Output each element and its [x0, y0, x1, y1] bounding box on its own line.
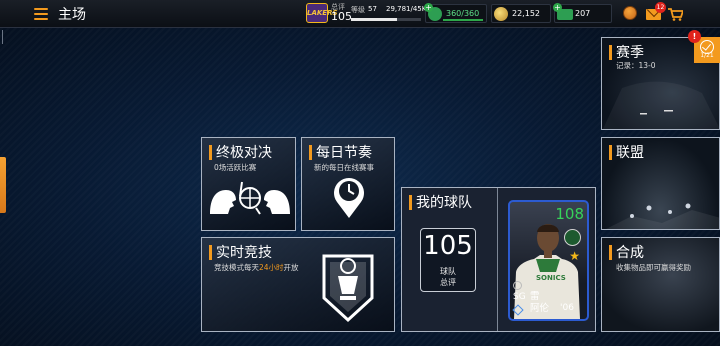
coins-value: 22,152 [512, 9, 540, 18]
daily-subtitle: 新的每日在线赛事 [314, 163, 374, 172]
collection-tile[interactable]: 合成 收集物品即可赢得奖励 [601, 237, 720, 332]
season-progress-text: 1/21 [700, 52, 714, 59]
player-number: '06 [560, 303, 574, 313]
season-title: 赛季 [616, 45, 644, 61]
league-tile[interactable]: 联盟 [601, 137, 720, 230]
xp-text: 29,781/45K [386, 5, 427, 13]
home-screen: 主场 LAKERS 总评 105 等级 57 29,781/45K + 360/… [0, 0, 720, 346]
live-subtitle-pre: 竞技模式每天 [214, 263, 259, 272]
live-subtitle-highlight: 24小时 [259, 263, 284, 272]
live-subtitle-post: 开放 [283, 263, 299, 272]
overall-value: 105 [331, 10, 352, 23]
mail-count-badge: 12 [655, 2, 666, 13]
basketball-icon[interactable] [623, 6, 637, 20]
team-logo[interactable]: LAKERS [306, 3, 338, 23]
energy-value: 360/360 [446, 9, 480, 18]
top-bar: 主场 LAKERS 总评 105 等级 57 29,781/45K + 360/… [0, 0, 720, 28]
live-title: 实时竞技 [216, 245, 272, 261]
tile-accent [609, 145, 612, 160]
live-subtitle: 竞技模式每天24小时开放 [214, 262, 299, 273]
left-edge-line [2, 30, 3, 44]
tile-divider [497, 188, 498, 331]
tile-accent [209, 145, 212, 160]
cash-value: 207 [575, 9, 591, 18]
cash-counter[interactable]: + 207 [553, 3, 612, 23]
clock-pin-icon [334, 178, 364, 218]
level-label: 等级 [351, 6, 365, 14]
league-title: 联盟 [616, 145, 644, 161]
ultimate-title: 终极对决 [216, 145, 272, 161]
team-overall-label: 球队 总评 [440, 267, 456, 287]
team-overall-value: 105 [423, 231, 473, 261]
tile-accent [309, 145, 312, 160]
ultimate-showdown-tile[interactable]: 终极对决 0场活跃比赛 [201, 137, 296, 231]
overall-rating: 总评 105 [331, 2, 352, 22]
level-value: 57 [368, 5, 377, 13]
coins-counter[interactable]: 22,152 [491, 4, 551, 23]
add-cash-icon[interactable]: + [553, 3, 562, 12]
xp-progress-fill [351, 18, 398, 21]
collection-subtitle: 收集物品即可赢得奖励 [616, 263, 691, 272]
jersey-text: SONICS [536, 274, 566, 282]
player-position: SG [513, 292, 526, 302]
add-energy-icon[interactable]: + [424, 3, 433, 12]
coin-icon [494, 7, 508, 21]
season-record: 记录：13-0 [616, 61, 656, 70]
daily-title: 每日节奏 [316, 145, 372, 161]
energy-counter[interactable]: + 360/360 [424, 3, 487, 23]
team-overall-box: 105 球队 总评 [420, 228, 476, 292]
player-team-badge [564, 229, 581, 246]
daily-rhythm-tile[interactable]: 每日节奏 新的每日在线赛事 [301, 137, 395, 231]
tile-accent [609, 245, 612, 260]
hamburger-menu-icon[interactable] [34, 8, 48, 20]
page-title: 主场 [58, 7, 86, 23]
season-alert-badge: ! [688, 30, 701, 43]
energy-bar [443, 19, 483, 21]
xp-progress-bar [351, 18, 421, 21]
player-card[interactable]: 108 ★ SG 雷阿伦 '06 SONICS [508, 200, 589, 321]
player-overall: 108 [555, 205, 584, 223]
tile-accent [409, 195, 412, 210]
shopping-cart-icon[interactable] [668, 8, 683, 21]
side-drawer-handle[interactable] [0, 157, 6, 213]
team-title: 我的球队 [416, 195, 472, 211]
ultimate-subtitle: 0场活跃比赛 [214, 163, 257, 172]
versus-heads-icon [210, 181, 290, 215]
tile-accent [609, 45, 612, 60]
live-compete-tile[interactable]: 实时竞技 竞技模式每天24小时开放 [201, 237, 395, 332]
player-name: 雷阿伦 [530, 291, 550, 314]
collection-title: 合成 [616, 245, 644, 261]
tile-accent [209, 245, 212, 260]
star-icon: ★ [569, 249, 580, 263]
basketball-icon [513, 281, 522, 290]
trophy-shield-icon [322, 254, 374, 323]
